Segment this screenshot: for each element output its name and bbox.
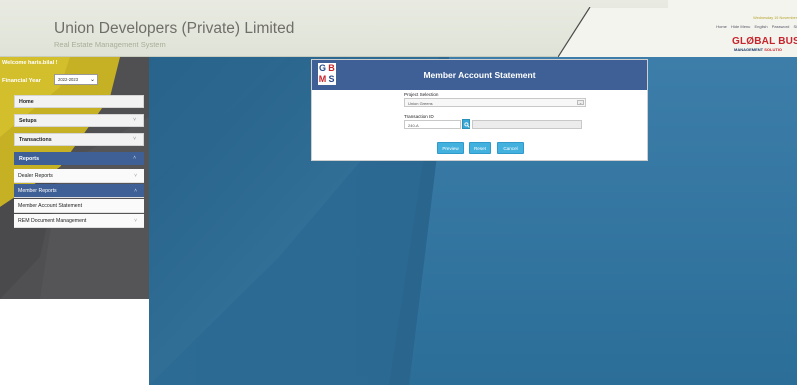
password-link[interactable]: Password: [772, 24, 790, 29]
chevron-down-icon: ˅: [134, 173, 137, 179]
gbs-logo-subtitle: MANAGEMENT SOLUTIO: [734, 47, 783, 52]
chevron-down-icon: ˅: [134, 218, 137, 224]
header-decor: [558, 7, 668, 57]
header-bar: Union Developers (Private) Limited Real …: [0, 0, 797, 57]
member-account-statement-panel: G B M S Member Account Statement Project…: [311, 59, 648, 161]
home-link[interactable]: Home: [716, 24, 727, 29]
chevron-up-icon: ˄: [133, 155, 136, 161]
chevron-up-icon: ˄: [134, 188, 137, 194]
menu-item-rem-document-management[interactable]: REM Document Management ˅: [14, 214, 144, 228]
header-links: Home Hide Menu English Password Si: [713, 24, 797, 29]
hide-menu-link[interactable]: Hide Menu: [731, 24, 750, 29]
current-date: Wednesday 19 November: [753, 16, 797, 20]
panel-header: G B M S Member Account Statement: [312, 60, 647, 90]
menu-item-transactions[interactable]: Transactions ˅: [14, 133, 144, 146]
chevron-down-icon: ˅: [133, 136, 136, 142]
chevron-down-icon: ⌄: [577, 100, 584, 105]
project-selection-value: Union Greens: [408, 101, 433, 106]
gbs-logo-text: GLØBAL BUSINE: [732, 36, 797, 47]
financial-year-value: 2022-2023: [58, 77, 79, 82]
menu-item-dealer-reports[interactable]: Dealer Reports ˅: [14, 169, 144, 183]
gbs-logo: GLØBAL BUSINE: [732, 36, 797, 47]
welcome-text: Welcome haris.bilal !: [2, 60, 58, 66]
transaction-id-value: 240-A: [408, 123, 419, 128]
project-selection-label: Project Selection: [404, 92, 439, 97]
transaction-id-label: Transaction ID: [404, 114, 434, 119]
app-window: Union Developers (Private) Limited Real …: [0, 0, 797, 385]
search-icon: [464, 122, 470, 128]
sign-out-link[interactable]: Si: [793, 24, 797, 29]
project-selection-dropdown[interactable]: Union Greens ⌄: [404, 98, 586, 107]
financial-year-select[interactable]: 2022-2023 ⌄: [54, 74, 98, 85]
transaction-description-field: [472, 120, 582, 129]
company-name: Union Developers (Private) Limited: [54, 20, 295, 37]
menu-item-setups[interactable]: Setups ˅: [14, 114, 144, 127]
menu-item-reports[interactable]: Reports ˄: [14, 152, 144, 165]
menu-item-member-reports[interactable]: Member Reports ˄: [14, 184, 144, 198]
language-link[interactable]: English: [755, 24, 768, 29]
menu-item-home[interactable]: Home: [14, 95, 144, 108]
reset-button[interactable]: Reset: [469, 142, 491, 154]
preview-button[interactable]: Preview: [437, 142, 464, 154]
transaction-id-input[interactable]: 240-A: [404, 120, 461, 129]
financial-year-label: Financial Year: [2, 78, 41, 84]
transaction-search-button[interactable]: [462, 119, 470, 129]
chevron-down-icon: ˅: [133, 117, 136, 123]
chevron-down-icon: ⌄: [89, 77, 95, 83]
cancel-button[interactable]: Cancel: [497, 142, 524, 154]
menu-item-member-account-statement[interactable]: Member Account Statement: [14, 199, 144, 213]
panel-title: Member Account Statement: [423, 70, 536, 80]
system-name: Real Estate Management System: [54, 40, 166, 49]
